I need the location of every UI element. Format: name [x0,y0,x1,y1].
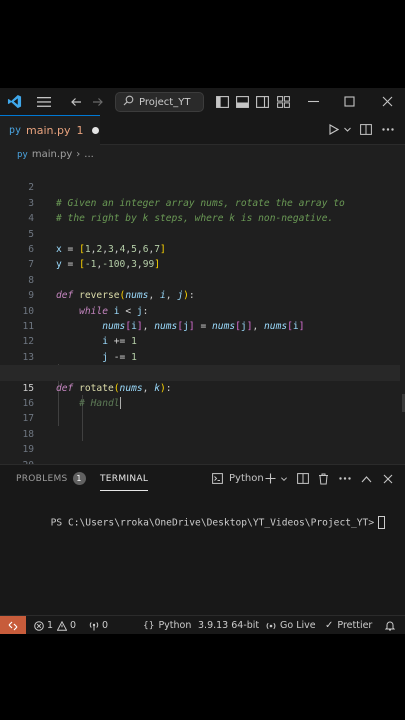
code-line-current: 15 # Handl [0,365,400,409]
ports-status[interactable]: 0 [89,616,108,634]
breadcrumb: py main.py › ... [0,145,405,164]
split-editor-icon [360,124,372,135]
code-editor[interactable]: 2 # Given an integer array nums, rotate … [0,164,405,471]
terminal-cursor [378,516,386,529]
prettier-label: Prettier [337,620,373,631]
code-line: 18 [0,411,400,440]
editor-tabs-bar: py main.py 1 [0,115,405,145]
tab-filename: main.py [26,124,71,137]
code-line: 7 [0,242,400,270]
error-count: 1 [47,620,54,631]
tab-terminal[interactable]: TERMINAL [100,465,149,492]
python-file-icon: py [9,125,22,136]
new-terminal-button[interactable] [265,465,288,492]
command-center-search[interactable]: Project_YT [115,92,204,112]
broadcast-icon [266,622,276,629]
customize-layout-icon[interactable] [273,88,293,115]
terminal-profile-name: Python [229,473,264,484]
warning-count: 0 [70,620,77,631]
unsaved-dot-icon[interactable] [91,127,99,134]
forward-arrow-icon[interactable] [88,88,108,115]
trash-icon [319,473,328,484]
code-line: 9 while i < j: [0,273,400,316]
tab-problems-label: PROBLEMS [16,473,68,484]
tab-problem-count: 1 [76,124,84,137]
code-line: 13 [0,334,400,363]
tab-problems[interactable]: PROBLEMS 1 [16,465,86,492]
code-line: 8 def reverse(nums, i, j): [0,257,400,301]
code-line: 20 [0,442,400,471]
warning-icon [57,620,68,631]
terminal-icon [212,473,223,484]
remote-icon [8,621,18,630]
run-python-button[interactable] [328,115,352,144]
terminal-profile-selector[interactable]: Python [212,465,264,492]
language-label: Python [158,620,192,631]
braces-icon: {} [143,620,155,631]
split-editor-button[interactable] [360,115,372,144]
split-terminal-icon [297,473,309,484]
maximize-panel-icon[interactable] [361,465,372,492]
terminal-prompt: PS C:\Users\rroka\OneDrive\Desktop\YT_Vi… [50,517,375,529]
ports-count: 0 [102,620,109,631]
menu-icon[interactable] [34,88,54,115]
code-line: 10 nums[i], nums[j] = nums[j], nums[i] [0,288,400,332]
search-label: Project_YT [139,96,191,108]
close-icon[interactable] [377,88,397,115]
code-line: 11 i += 1 [0,304,400,347]
language-mode[interactable]: {} Python [143,616,191,634]
more-actions-icon[interactable] [382,115,394,144]
chevron-down-icon [344,127,351,132]
layout-sidebar-left-icon[interactable] [212,88,232,115]
code-line: 5 x = [1,2,3,4,5,6,7] [0,211,400,255]
remote-indicator-button[interactable] [0,616,26,634]
terminal-output[interactable]: PS C:\Users\rroka\OneDrive\Desktop\YT_Vi… [16,505,386,540]
chevron-down-icon [281,476,287,481]
code-line: 19 [0,427,400,455]
code-line: 14 def rotate(nums, k): [0,350,400,393]
kill-terminal-button[interactable] [318,465,329,492]
code-line: 17 [0,396,400,424]
code-line: 4 [0,196,400,224]
bottom-panel: PROBLEMS 1 TERMINAL Python PS C:\Users\r… [0,464,405,616]
close-panel-icon[interactable] [383,465,393,492]
breadcrumb-more[interactable]: ... [84,149,94,160]
breadcrumb-file[interactable]: main.py [32,149,72,160]
python-file-icon: py [17,149,28,160]
minimize-icon[interactable] [303,88,323,115]
layout-sidebar-right-icon[interactable] [252,88,272,115]
go-live-button[interactable]: Go Live [266,616,316,634]
maximize-icon[interactable] [339,88,359,115]
error-icon [34,620,44,631]
title-bar: Project_YT [0,88,405,115]
notifications-icon[interactable] [385,616,395,634]
code-line: 16 [0,381,400,409]
tab-main-py[interactable]: py main.py 1 [0,115,100,145]
code-line: 3 # the right by k steps, where k is non… [0,180,400,224]
status-bar: 1 0 0 {} Python 3.9.13 64-bit Go Live ✓ … [0,615,405,634]
prettier-status[interactable]: ✓ Prettier [325,616,372,634]
vscode-logo-icon [4,88,24,115]
code-line: 2 # Given an integer array nums, rotate … [0,165,400,208]
code-line: 6 y = [-1,-100,3,99] [0,227,400,270]
code-line: 12 j -= 1 [0,319,400,362]
layout-panel-icon[interactable] [232,88,252,115]
python-interpreter[interactable]: 3.9.13 64-bit [198,616,259,634]
problems-status[interactable]: 1 0 [34,616,76,634]
breadcrumb-chevron-icon: › [76,149,81,160]
vscode-window: Project_YT py main.py 1 py main.py › ...… [0,88,405,634]
play-icon [329,124,339,135]
problems-badge: 1 [72,472,86,485]
more-actions-icon[interactable] [339,465,351,492]
search-icon [123,95,134,109]
double-check-icon: ✓ [325,620,334,631]
go-live-label: Go Live [280,620,316,631]
plus-icon [265,473,276,484]
tab-terminal-label: TERMINAL [100,473,149,484]
split-terminal-button[interactable] [297,465,309,492]
radio-tower-icon [89,621,99,630]
back-arrow-icon[interactable] [66,88,86,115]
